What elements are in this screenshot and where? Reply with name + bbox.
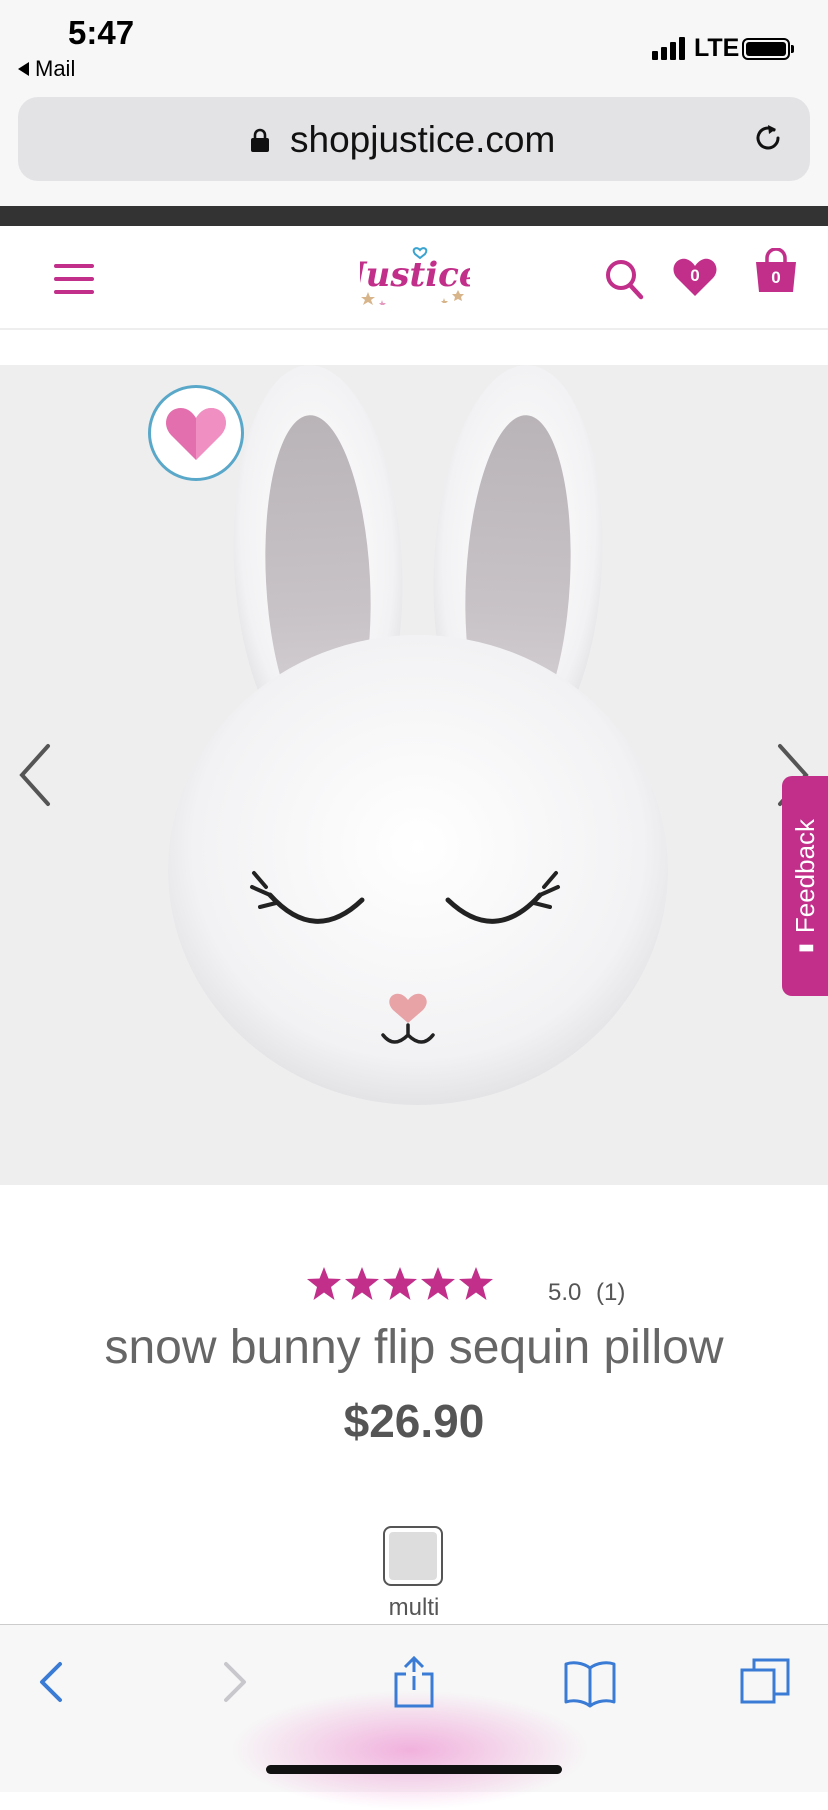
wishlist-count: 0: [690, 266, 700, 285]
share-icon[interactable]: [386, 1654, 442, 1710]
product-image[interactable]: [0, 365, 828, 1185]
star-icon: [345, 1267, 379, 1300]
home-indicator[interactable]: [266, 1765, 562, 1774]
cart-button[interactable]: 0: [754, 247, 798, 294]
star-icon: [383, 1267, 417, 1300]
star-icon: [307, 1267, 341, 1300]
heart-icon: [166, 408, 226, 460]
add-to-wishlist-button[interactable]: [148, 385, 244, 481]
network-label: LTE: [694, 34, 740, 62]
cart-count: 0: [771, 268, 781, 287]
tabs-icon[interactable]: [738, 1654, 794, 1710]
color-label: multi: [388, 1594, 440, 1621]
forward-icon[interactable]: [206, 1654, 262, 1710]
swatch-image: [389, 1532, 437, 1580]
rating-stars[interactable]: [306, 1266, 496, 1302]
feedback-label: Feedback: [790, 818, 820, 934]
bunny-pillow-image: [128, 365, 698, 1185]
star-icon: [459, 1267, 493, 1300]
color-swatch[interactable]: [383, 1526, 443, 1586]
search-icon[interactable]: [604, 258, 644, 300]
back-to-app-button[interactable]: Mail: [18, 56, 75, 82]
lock-icon: [251, 128, 269, 152]
header-spacer: [0, 330, 828, 365]
url-text[interactable]: shopjustice.com: [290, 119, 555, 161]
product-title: snow bunny flip sequin pillow: [104, 1321, 724, 1374]
promo-strip: [0, 206, 828, 226]
battery-nub: [791, 45, 794, 53]
wishlist-button[interactable]: 0: [672, 256, 718, 298]
star-icon: [421, 1267, 455, 1300]
rating-value: 5.0: [548, 1279, 582, 1306]
prev-image-icon[interactable]: [16, 742, 56, 808]
feedback-icon: ▮: [795, 943, 815, 954]
svg-text:Justice: Justice: [360, 255, 470, 295]
status-time: 5:47: [68, 14, 135, 51]
reload-icon[interactable]: [750, 120, 786, 156]
product-price: $26.90: [343, 1395, 485, 1447]
battery-icon: [742, 38, 790, 60]
menu-icon[interactable]: [54, 264, 94, 294]
justice-logo[interactable]: Justice: [360, 240, 470, 306]
back-triangle-icon: [18, 62, 29, 76]
rating-summary[interactable]: 5.0 (1): [548, 1279, 625, 1307]
bookmarks-icon[interactable]: [562, 1654, 618, 1710]
review-count: (1): [596, 1279, 626, 1306]
back-app-label: Mail: [35, 56, 76, 81]
signal-icon: [652, 36, 685, 60]
feedback-tab[interactable]: ▮ Feedback: [782, 776, 828, 996]
back-icon[interactable]: [24, 1654, 80, 1710]
